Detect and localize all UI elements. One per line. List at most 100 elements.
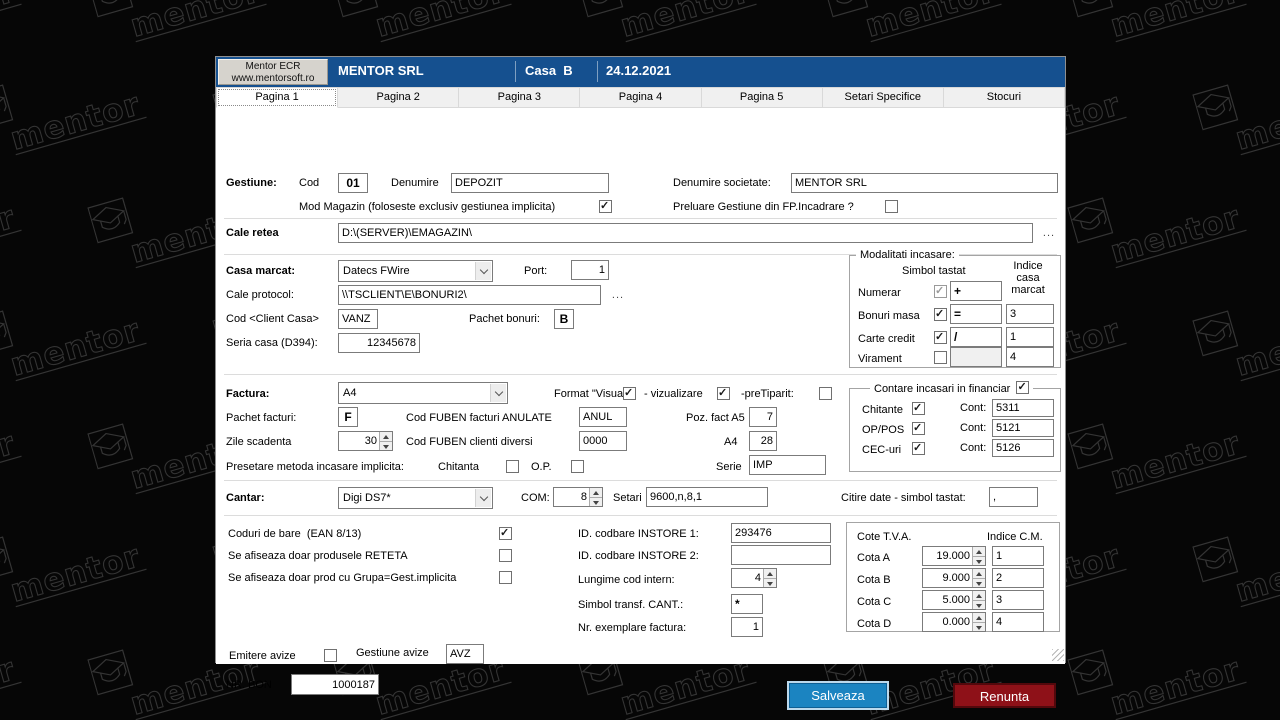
oppos-cont-input[interactable] xyxy=(992,419,1054,437)
chitante-checkbox[interactable]: ✓ xyxy=(912,402,925,415)
bonuri-masa-simbol-input[interactable] xyxy=(950,304,1002,324)
nr-exemplare-input[interactable] xyxy=(731,617,763,637)
spin-down-button[interactable] xyxy=(764,578,776,588)
cale-retea-input[interactable] xyxy=(338,223,1033,243)
cale-protocol-browse-button[interactable]: ... xyxy=(609,285,627,305)
dropdown-button[interactable] xyxy=(490,384,506,402)
cecuri-checkbox[interactable]: ✓ xyxy=(912,442,925,455)
carte-credit-checkbox[interactable]: ✓ xyxy=(934,331,947,344)
virament-indice-input[interactable] xyxy=(1006,347,1054,367)
cota-d-input[interactable] xyxy=(923,613,972,631)
cota-a-spinner[interactable] xyxy=(922,546,986,566)
factura-format-select[interactable]: A4 xyxy=(338,382,508,404)
preluare-gestiune-checkbox[interactable]: ✓ xyxy=(885,200,898,213)
cota-d-spinner[interactable] xyxy=(922,612,986,632)
pretiparit-checkbox[interactable]: ✓ xyxy=(819,387,832,400)
cota-b-spinner[interactable] xyxy=(922,568,986,588)
instore1-input[interactable] xyxy=(731,523,831,543)
op-checkbox[interactable]: ✓ xyxy=(571,460,584,473)
spinner-buttons[interactable] xyxy=(379,432,392,450)
simbol-transf-input[interactable] xyxy=(731,594,763,614)
casa-marcat-select[interactable]: Datecs FWire xyxy=(338,260,493,282)
emitere-avize-checkbox[interactable]: ✓ xyxy=(324,649,337,662)
a4-input[interactable] xyxy=(749,431,777,451)
spin-up-button[interactable] xyxy=(764,569,776,578)
reteta-checkbox[interactable]: ✓ xyxy=(499,549,512,562)
spin-up-button[interactable] xyxy=(973,591,985,600)
cod-input[interactable] xyxy=(338,173,368,193)
virament-simbol-input[interactable] xyxy=(950,347,1002,367)
serie-input[interactable] xyxy=(749,455,826,475)
salveaza-button[interactable]: Salveaza xyxy=(789,683,887,708)
virament-checkbox[interactable]: ✓ xyxy=(934,351,947,364)
cecuri-cont-input[interactable] xyxy=(992,439,1054,457)
denumire-input[interactable] xyxy=(451,173,609,193)
spin-down-button[interactable] xyxy=(590,497,602,507)
pachet-bonuri-input[interactable] xyxy=(554,309,574,329)
spin-down-button[interactable] xyxy=(973,600,985,610)
spinner-buttons[interactable] xyxy=(589,488,602,506)
dropdown-button[interactable] xyxy=(475,262,491,280)
com-input[interactable] xyxy=(554,488,589,506)
spinner-buttons[interactable] xyxy=(972,547,985,565)
tab-setari-specifice[interactable]: Setari Specifice xyxy=(823,87,944,108)
spin-down-button[interactable] xyxy=(973,622,985,632)
cota-b-indice-input[interactable] xyxy=(992,568,1044,588)
port-input[interactable] xyxy=(571,260,609,280)
tab-pagina-5[interactable]: Pagina 5 xyxy=(702,87,823,108)
cota-c-input[interactable] xyxy=(923,591,972,609)
spinner-buttons[interactable] xyxy=(972,613,985,631)
bonuri-masa-indice-input[interactable] xyxy=(1006,304,1054,324)
nr-bon-input[interactable] xyxy=(291,674,379,695)
cale-protocol-input[interactable] xyxy=(338,285,601,305)
cota-a-indice-input[interactable] xyxy=(992,546,1044,566)
coduri-bare-checkbox[interactable]: ✓ xyxy=(499,527,512,540)
zile-scadenta-input[interactable] xyxy=(339,432,379,450)
renunta-button[interactable]: Renunta xyxy=(953,683,1056,708)
tab-pagina-3[interactable]: Pagina 3 xyxy=(459,87,580,108)
lungime-cod-spinner[interactable] xyxy=(731,568,777,588)
denumire-societate-input[interactable] xyxy=(791,173,1058,193)
cota-b-input[interactable] xyxy=(923,569,972,587)
chitanta-checkbox[interactable]: ✓ xyxy=(506,460,519,473)
contare-checkbox[interactable]: ✓ xyxy=(1016,381,1029,394)
spin-down-button[interactable] xyxy=(380,441,392,451)
cota-c-indice-input[interactable] xyxy=(992,590,1044,610)
cota-a-input[interactable] xyxy=(923,547,972,565)
com-spinner[interactable] xyxy=(553,487,603,507)
tab-pagina-1[interactable]: Pagina 1 xyxy=(216,87,338,108)
spinner-buttons[interactable] xyxy=(763,569,776,587)
instore2-input[interactable] xyxy=(731,545,831,565)
cota-c-spinner[interactable] xyxy=(922,590,986,610)
resize-grip[interactable] xyxy=(1052,649,1064,661)
pachet-facturi-input[interactable] xyxy=(338,407,358,427)
chitante-cont-input[interactable] xyxy=(992,399,1054,417)
vizualizare-checkbox[interactable]: ✓ xyxy=(717,387,730,400)
mentor-logo-button[interactable]: Mentor ECR www.mentorsoft.ro xyxy=(218,59,328,85)
lungime-cod-input[interactable] xyxy=(732,569,763,587)
spin-up-button[interactable] xyxy=(973,569,985,578)
cota-d-indice-input[interactable] xyxy=(992,612,1044,632)
poz-fact-a5-input[interactable] xyxy=(749,407,777,427)
spin-down-button[interactable] xyxy=(973,556,985,566)
spin-down-button[interactable] xyxy=(973,578,985,588)
spinner-buttons[interactable] xyxy=(972,569,985,587)
cod-client-casa-input[interactable] xyxy=(338,309,378,329)
spin-up-button[interactable] xyxy=(590,488,602,497)
oppos-checkbox[interactable]: ✓ xyxy=(912,422,925,435)
seria-casa-input[interactable] xyxy=(338,333,420,353)
tab-pagina-2[interactable]: Pagina 2 xyxy=(338,87,459,108)
spin-up-button[interactable] xyxy=(973,613,985,622)
spinner-buttons[interactable] xyxy=(972,591,985,609)
spin-up-button[interactable] xyxy=(973,547,985,556)
dropdown-button[interactable] xyxy=(475,489,491,507)
tab-pagina-4[interactable]: Pagina 4 xyxy=(580,87,701,108)
mod-magazin-checkbox[interactable]: ✓ xyxy=(599,200,612,213)
gestiune-avize-input[interactable] xyxy=(446,644,484,664)
zile-scadenta-spinner[interactable] xyxy=(338,431,393,451)
tab-stocuri[interactable]: Stocuri xyxy=(944,87,1065,108)
carte-credit-indice-input[interactable] xyxy=(1006,327,1054,347)
bonuri-masa-checkbox[interactable]: ✓ xyxy=(934,308,947,321)
carte-credit-simbol-input[interactable] xyxy=(950,327,1002,347)
cantar-select[interactable]: Digi DS7* xyxy=(338,487,493,509)
